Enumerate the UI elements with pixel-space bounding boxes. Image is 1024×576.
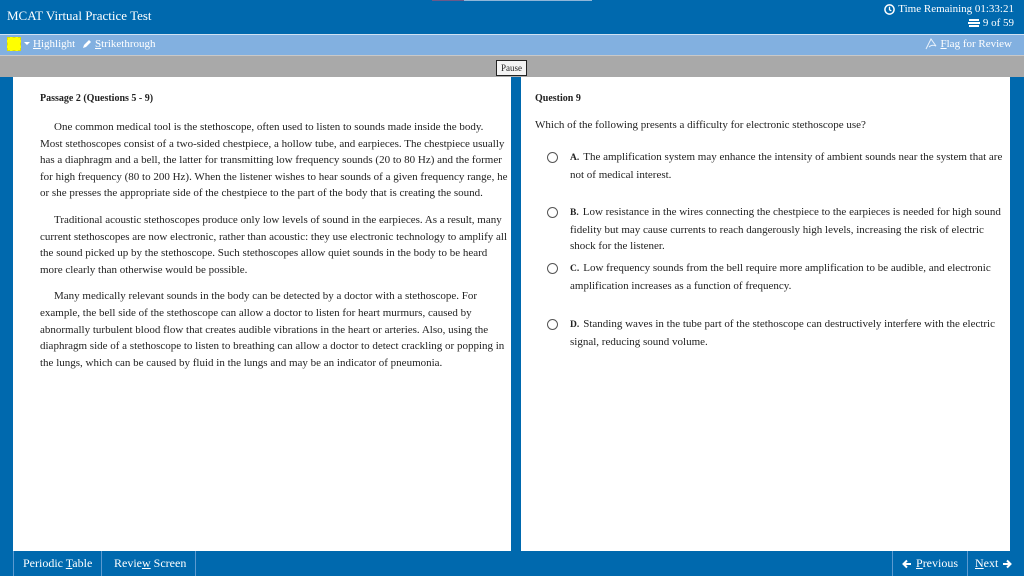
previous-button[interactable]: Previous: [892, 551, 969, 576]
choice-text: B. Low resistance in the wires connecting…: [570, 204, 1010, 255]
passage-title: Passage 2 (Questions 5 - 9): [40, 93, 154, 104]
flag-icon: [925, 38, 936, 50]
app-title: MCAT Virtual Practice Test: [7, 8, 152, 23]
question-counter[interactable]: 9 of 59: [967, 17, 1014, 29]
review-screen-button[interactable]: Review Screen: [105, 551, 197, 576]
chevron-down-icon[interactable]: [24, 42, 30, 45]
highlight-button[interactable]: Highlight: [33, 38, 75, 50]
choice-text: A. The amplification system may enhance t…: [570, 149, 1010, 183]
arrow-left-icon: [902, 559, 911, 568]
choice-letter: D.: [570, 320, 580, 330]
time-remaining[interactable]: Time Remaining 01:33:21: [884, 3, 1014, 15]
flag-label: Flag for Review: [941, 38, 1013, 50]
answer-choice-c[interactable]: C. Low frequency sounds from the bell req…: [547, 260, 1010, 294]
strikethrough-label: Strikethrough: [95, 38, 156, 50]
timer-text: Time Remaining 01:33:21: [898, 3, 1014, 15]
choice-body: The amplification system may enhance the…: [570, 151, 1003, 181]
previous-label: Previous: [916, 551, 958, 576]
choice-body: Low frequency sounds from the bell requi…: [570, 262, 991, 292]
radio-button-b[interactable]: [547, 207, 558, 218]
review-access-key: w: [142, 556, 151, 570]
progress-strip-fill: [432, 0, 464, 1]
question-title: Question 9: [535, 93, 581, 104]
strikethrough-label-rest: trikethrough: [101, 38, 156, 50]
choice-letter: A.: [570, 153, 580, 163]
choice-letter: B.: [570, 208, 579, 218]
next-label: Next: [975, 551, 998, 576]
progress-strip: [432, 0, 592, 1]
answer-choice-a[interactable]: A. The amplification system may enhance t…: [547, 149, 1010, 183]
choice-text: D. Standing waves in the tube part of the…: [570, 316, 1010, 350]
choice-text: C. Low frequency sounds from the bell req…: [570, 260, 1010, 294]
highlight-access-key: H: [33, 38, 41, 50]
previous-label-rest: revious: [922, 556, 959, 570]
review-label-pre: Revie: [114, 556, 142, 570]
title-bar: MCAT Virtual Practice Test Time Remainin…: [0, 0, 1024, 33]
next-label-rest: ext: [983, 556, 999, 570]
highlight-color-swatch[interactable]: [7, 37, 21, 51]
highlight-label: ighlight: [40, 38, 76, 50]
pause-bar: Pause: [0, 55, 1024, 77]
radio-button-a[interactable]: [547, 152, 558, 163]
choice-body: Standing waves in the tube part of the s…: [570, 318, 995, 348]
annotation-toolbar: Highlight Strikethrough Flag for Review: [0, 34, 1024, 55]
arrow-right-icon: [1003, 559, 1013, 568]
passage-paragraph: Traditional acoustic stethoscopes produc…: [40, 213, 508, 276]
passage-panel[interactable]: Passage 2 (Questions 5 - 9) One common m…: [13, 77, 511, 551]
passage-body: One common medical tool is the stethosco…: [40, 119, 508, 381]
periodic-label-post: able: [72, 556, 93, 570]
radio-button-d[interactable]: [547, 319, 558, 330]
question-stem: Which of the following presents a diffic…: [535, 119, 866, 131]
passage-paragraph: Many medically relevant sounds in the bo…: [40, 290, 505, 369]
next-button[interactable]: Next: [966, 551, 1021, 576]
passage-paragraph: One common medical tool is the stethosco…: [40, 121, 508, 200]
flag-for-review-button[interactable]: Flag for Review: [925, 38, 1013, 50]
previous-access-key: P: [916, 556, 923, 570]
answer-choice-d[interactable]: D. Standing waves in the tube part of the…: [547, 316, 1010, 350]
counter-text: 9 of 59: [982, 17, 1014, 29]
choice-body: Low resistance in the wires connecting t…: [570, 206, 1001, 253]
radio-button-c[interactable]: [547, 263, 558, 274]
answer-choice-b[interactable]: B. Low resistance in the wires connecting…: [547, 204, 1010, 255]
strikethrough-button[interactable]: Strikethrough: [82, 38, 156, 50]
question-list-icon: [967, 19, 980, 27]
pause-button[interactable]: Pause: [496, 60, 527, 76]
choice-letter: C.: [570, 264, 580, 274]
pencil-icon: [83, 40, 91, 48]
review-label-post: Screen: [150, 556, 187, 570]
periodic-label-pre: Periodic: [23, 556, 66, 570]
flag-label-rest: lag for Review: [946, 38, 1012, 50]
next-access-key: N: [975, 556, 984, 570]
question-panel[interactable]: Question 9 Which of the following presen…: [521, 77, 1010, 551]
periodic-table-button[interactable]: Periodic Table: [13, 551, 103, 576]
navigation-bar: Periodic Table Review Screen Previous Ne…: [13, 551, 1024, 576]
clock-icon: [884, 3, 896, 15]
